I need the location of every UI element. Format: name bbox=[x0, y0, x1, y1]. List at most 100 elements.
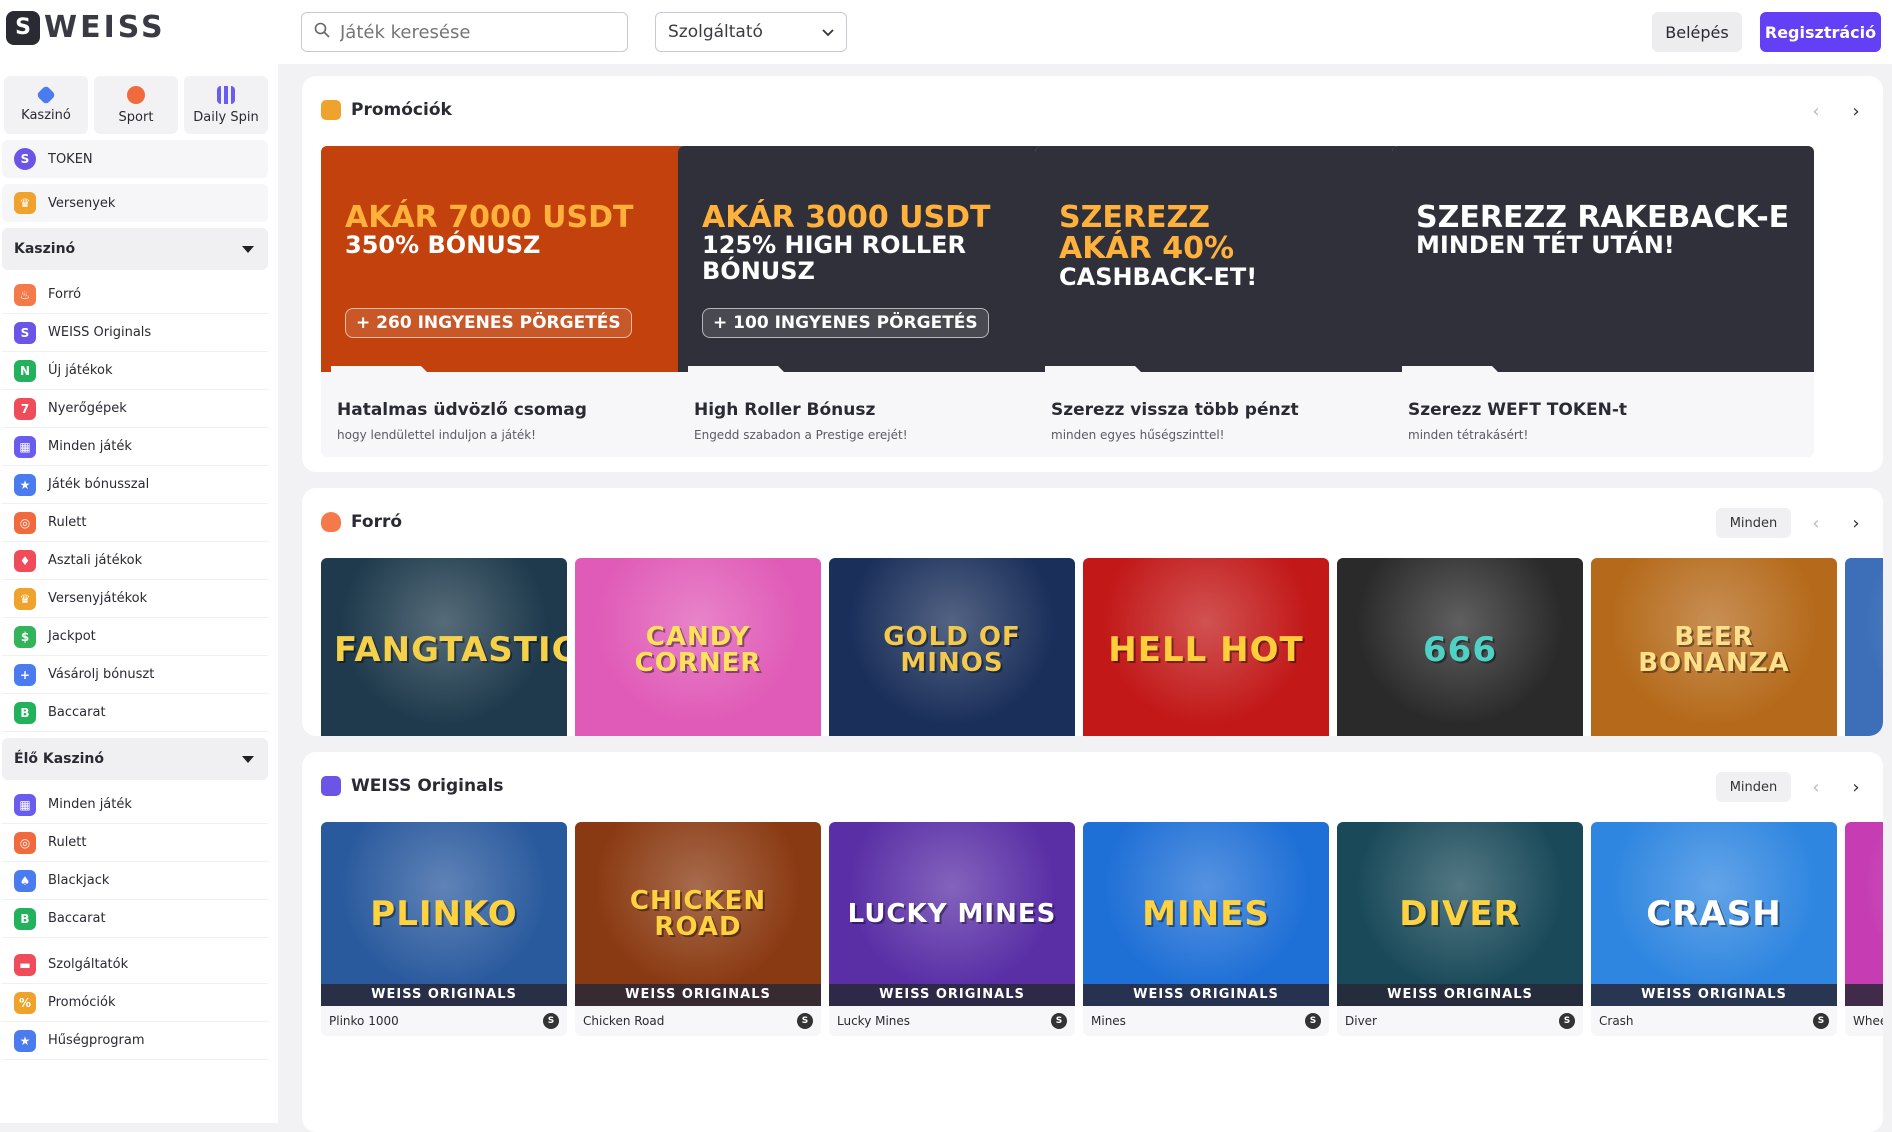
prev-arrow-icon[interactable]: ‹ bbox=[1801, 508, 1831, 538]
casino-item[interactable]: ◎ Rulett bbox=[2, 504, 268, 542]
casino-item[interactable]: ♦ Asztali játékok bbox=[2, 542, 268, 580]
game-art-title: FANGTASTIC bbox=[334, 630, 567, 670]
bottom-item[interactable]: % Promóciók bbox=[2, 984, 268, 1022]
originals-title: WEISS Originals bbox=[351, 776, 504, 796]
game-card[interactable]: LUCKY MINES WEISS ORIGINALS Lucky Mines S bbox=[829, 822, 1075, 1036]
originals-header: WEISS Originals bbox=[321, 776, 504, 796]
game-art: 666 bbox=[1337, 558, 1583, 736]
menu-icon: ♨ bbox=[14, 283, 36, 306]
top-bar: S WEISS Szolgáltató Belépés Regisztráció bbox=[0, 0, 1892, 64]
sidebar-token[interactable]: S TOKEN bbox=[2, 140, 268, 178]
weiss-originals-tag: WEISS ORIGINALS bbox=[829, 984, 1075, 1006]
promotions-arrows: ‹ › bbox=[1801, 96, 1871, 126]
game-card[interactable]: BEER BONANZABeer Bonanza● bbox=[1591, 558, 1837, 736]
logo[interactable]: S WEISS bbox=[6, 10, 166, 45]
game-card[interactable]: CRASH WEISS ORIGINALS Crash S bbox=[1591, 822, 1837, 1036]
promotions-header: Promóciók bbox=[321, 100, 452, 120]
hot-panel: Forró Minden ‹ › FANGTASTICFangtastic Fr… bbox=[302, 488, 1883, 736]
casino-item-label: Játék bónusszal bbox=[48, 477, 150, 492]
promo-title: Hatalmas üdvözlő csomag bbox=[337, 400, 587, 420]
nav-sport[interactable]: Sport bbox=[94, 76, 178, 134]
casino-item[interactable]: B Baccarat bbox=[2, 694, 268, 732]
casino-item[interactable]: + Vásárolj bónuszt bbox=[2, 656, 268, 694]
game-art: GOLD OF MINOS bbox=[829, 558, 1075, 736]
provider-select[interactable]: Szolgáltató bbox=[655, 12, 847, 52]
register-button[interactable]: Regisztráció bbox=[1760, 12, 1881, 52]
promo-headline: AKÁR 3000 USDT bbox=[702, 200, 991, 235]
game-art-title: MINES bbox=[1142, 894, 1270, 934]
bottom-item[interactable]: ★ Hűségprogram bbox=[2, 1022, 268, 1060]
provider-select-label: Szolgáltató bbox=[668, 22, 763, 42]
promo-subheadline: MINDEN TÉT UTÁN! bbox=[1416, 231, 1675, 259]
game-card[interactable]: HELL HOTHell Hot 100● bbox=[1083, 558, 1329, 736]
game-name: Plinko 1000 bbox=[329, 1014, 399, 1028]
casino-section-header[interactable]: Kaszinó bbox=[2, 228, 268, 270]
hot-all-button[interactable]: Minden bbox=[1716, 508, 1791, 538]
promo-subheadline: CASHBACK-ET! bbox=[1059, 263, 1258, 291]
menu-icon: $ bbox=[14, 625, 36, 648]
live-item[interactable]: B Baccarat bbox=[2, 900, 268, 938]
nav-casino[interactable]: Kaszinó bbox=[4, 76, 88, 134]
casino-item[interactable]: ★ Játék bónusszal bbox=[2, 466, 268, 504]
promo-title: Szerezz WEFT TOKEN-t bbox=[1408, 400, 1628, 420]
casino-item[interactable]: N Új játékok bbox=[2, 352, 268, 390]
menu-icon: ▦ bbox=[14, 435, 36, 458]
game-card[interactable]: 666SixSixSix● bbox=[1337, 558, 1583, 736]
search-icon bbox=[314, 22, 330, 42]
casino-item-label: Vásárolj bónuszt bbox=[48, 667, 155, 682]
live-item[interactable]: ♠ Blackjack bbox=[2, 862, 268, 900]
casino-item-label: Baccarat bbox=[48, 705, 106, 720]
promotions-panel: Promóciók ‹ › AKÁR 7000 USDT 350% BÓNUSZ +… bbox=[302, 76, 1883, 472]
casino-item[interactable]: S WEISS Originals bbox=[2, 314, 268, 352]
nav-daily-spin[interactable]: Daily Spin bbox=[184, 76, 268, 134]
nav-daily-spin-label: Daily Spin bbox=[193, 109, 259, 125]
login-button[interactable]: Belépés bbox=[1652, 12, 1742, 52]
game-art: CHICKEN ROAD WEISS ORIGINALS bbox=[575, 822, 821, 1006]
promo-card[interactable]: SZEREZZ RAKEBACK-E MINDEN TÉT UTÁN! Szerez… bbox=[1392, 146, 1814, 457]
menu-icon: % bbox=[14, 991, 36, 1014]
game-card[interactable]: FANGTASTICFangtastic Freespins● bbox=[321, 558, 567, 736]
game-card[interactable]: DIVER WEISS ORIGINALS Diver S bbox=[1337, 822, 1583, 1036]
next-arrow-icon[interactable]: › bbox=[1841, 508, 1871, 538]
casino-item[interactable]: ▦ Minden játék bbox=[2, 428, 268, 466]
casino-item[interactable]: ♛ Versenyjátékok bbox=[2, 580, 268, 618]
promo-subheadline: 125% HIGH ROLLER BÓNUSZ bbox=[702, 231, 966, 285]
game-art-title: LUCKY MINES bbox=[847, 899, 1057, 929]
live-item[interactable]: ◎ Rulett bbox=[2, 824, 268, 862]
live-item[interactable]: ▦ Minden játék bbox=[2, 786, 268, 824]
game-card[interactable]: MINES WEISS ORIGINALS Mines S bbox=[1083, 822, 1329, 1036]
game-card[interactable]: WEISS ORIGINALSWheeS bbox=[1845, 822, 1883, 1036]
live-item-label: Minden játék bbox=[48, 797, 132, 812]
search-input[interactable] bbox=[340, 21, 610, 43]
casino-item[interactable]: ♨ Forró bbox=[2, 276, 268, 314]
game-art-title: HELL HOT bbox=[1108, 630, 1304, 670]
next-arrow-icon[interactable]: › bbox=[1841, 772, 1871, 802]
game-card[interactable]: Ze Ze● bbox=[1845, 558, 1883, 736]
game-art: DIVER WEISS ORIGINALS bbox=[1337, 822, 1583, 1006]
sidebar-tournaments[interactable]: ♛ Versenyek bbox=[2, 184, 268, 222]
menu-icon: N bbox=[14, 359, 36, 382]
game-card[interactable]: PLINKO WEISS ORIGINALS Plinko 1000 S bbox=[321, 822, 567, 1036]
prev-arrow-icon[interactable]: ‹ bbox=[1801, 772, 1831, 802]
weiss-originals-tag: WEISS ORIGINALS bbox=[1591, 984, 1837, 1006]
originals-panel: WEISS Originals Minden ‹ › PLINKO WEISS O… bbox=[302, 752, 1883, 1132]
casino-item[interactable]: $ Jackpot bbox=[2, 618, 268, 656]
prev-arrow-icon[interactable]: ‹ bbox=[1801, 96, 1831, 126]
game-card[interactable]: CANDY CORNERCandy Corner● bbox=[575, 558, 821, 736]
game-card[interactable]: GOLD OF MINOSGOLD of MINOS● bbox=[829, 558, 1075, 736]
search-box[interactable] bbox=[301, 12, 628, 52]
casino-item-label: WEISS Originals bbox=[48, 325, 152, 340]
casino-item[interactable]: 7 Nyerőgépek bbox=[2, 390, 268, 428]
originals-all-button[interactable]: Minden bbox=[1716, 772, 1791, 802]
live-section-header[interactable]: Élő Kaszinó bbox=[2, 738, 268, 780]
bottom-item[interactable]: ▬ Szolgáltatók bbox=[2, 946, 268, 984]
game-card[interactable]: CHICKEN ROAD WEISS ORIGINALS Chicken Road S bbox=[575, 822, 821, 1036]
next-arrow-icon[interactable]: › bbox=[1841, 96, 1871, 126]
caret-down-icon bbox=[242, 245, 254, 253]
game-art-title: DIVER bbox=[1399, 894, 1521, 934]
casino-list: ♨ Forró S WEISS Originals N Új játékok 7 Nyerőg… bbox=[2, 276, 268, 732]
promo-description: Engedd szabadon a Prestige erejét! bbox=[694, 428, 908, 442]
game-art-title: CANDY CORNER bbox=[634, 622, 762, 678]
game-art bbox=[1845, 558, 1883, 736]
promotions-title: Promóciók bbox=[351, 100, 452, 120]
